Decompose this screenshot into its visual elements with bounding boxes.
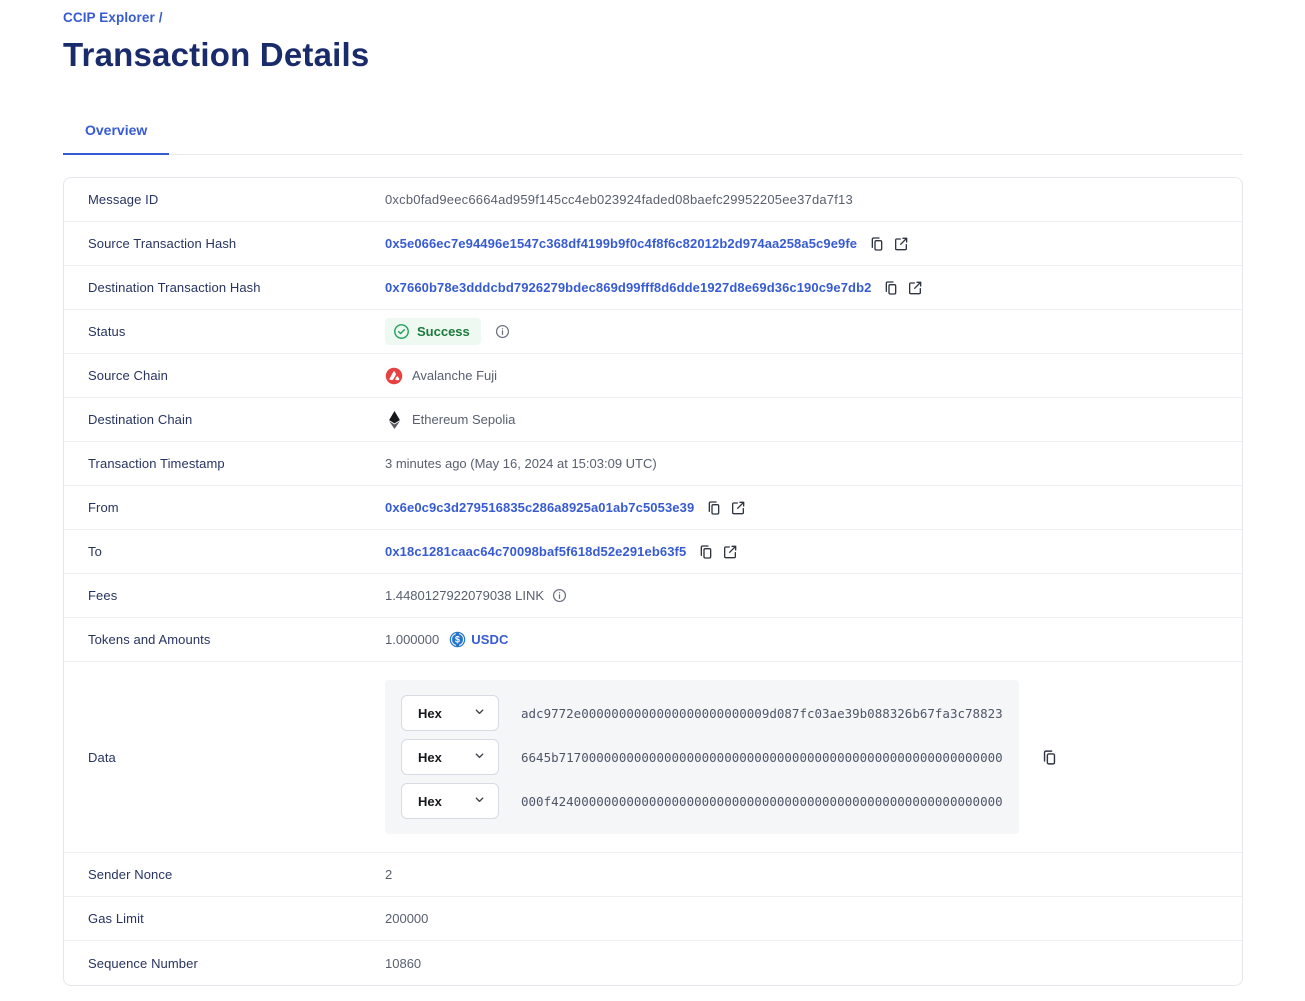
transaction-timestamp-value: 3 minutes ago (May 16, 2024 at 15:03:09 … — [385, 456, 657, 471]
data-line: Hex 6645b7170000000000000000000000000000… — [401, 739, 1003, 775]
copy-icon[interactable] — [706, 500, 722, 516]
fees-value: 1.4480127922079038 LINK — [385, 588, 544, 603]
data-format-select-value: Hex — [418, 706, 442, 721]
breadcrumb-label: CCIP Explorer — [63, 10, 155, 25]
tokens-and-amounts-label: Tokens and Amounts — [88, 632, 385, 647]
sender-nonce-value: 2 — [385, 867, 392, 882]
data-format-select[interactable]: Hex — [401, 695, 499, 731]
data-hex-value: adc9772e0000000000000000000000009d087fc0… — [521, 706, 1003, 721]
row-destination-chain: Destination Chain Ethereum Sepolia — [64, 398, 1242, 442]
row-status: Status Success — [64, 310, 1242, 354]
svg-text:$: $ — [455, 635, 460, 645]
data-label: Data — [88, 750, 385, 765]
copy-icon[interactable] — [1041, 749, 1058, 766]
data-format-select[interactable]: Hex — [401, 783, 499, 819]
fees-label: Fees — [88, 588, 385, 603]
avalanche-icon — [385, 367, 403, 385]
tab-bar: Overview — [63, 112, 1243, 155]
breadcrumb-ccip-explorer-link[interactable]: CCIP Explorer / — [63, 10, 163, 25]
usdc-icon: $ — [449, 631, 466, 648]
chevron-down-icon — [473, 749, 486, 765]
from-address-link[interactable]: 0x6e0c9c3d279516835c286a8925a01ab7c5053e… — [385, 500, 694, 515]
row-from: From 0x6e0c9c3d279516835c286a8925a01ab7c… — [64, 486, 1242, 530]
row-destination-tx-hash: Destination Transaction Hash 0x7660b78e3… — [64, 266, 1242, 310]
row-to: To 0x18c1281caac64c70098baf5f618d52e291e… — [64, 530, 1242, 574]
row-fees: Fees 1.4480127922079038 LINK — [64, 574, 1242, 618]
status-label: Status — [88, 324, 385, 339]
chevron-down-icon — [473, 705, 486, 721]
row-sequence-number: Sequence Number 10860 — [64, 941, 1242, 985]
message-id-label: Message ID — [88, 192, 385, 207]
data-line: Hex adc9772e0000000000000000000000009d08… — [401, 695, 1003, 731]
source-chain-label: Source Chain — [88, 368, 385, 383]
external-link-icon[interactable] — [907, 280, 923, 296]
token-usdc-link[interactable]: $ USDC — [449, 631, 508, 648]
data-hex-value: 000f424000000000000000000000000000000000… — [521, 794, 1003, 809]
copy-icon[interactable] — [698, 544, 714, 560]
copy-icon[interactable] — [883, 280, 899, 296]
to-label: To — [88, 544, 385, 559]
destination-chain-name: Ethereum Sepolia — [412, 412, 515, 427]
ethereum-icon — [385, 411, 403, 429]
status-badge-text: Success — [417, 324, 470, 339]
data-line: Hex 000f42400000000000000000000000000000… — [401, 783, 1003, 819]
row-source-tx-hash: Source Transaction Hash 0x5e066ec7e94496… — [64, 222, 1242, 266]
transaction-details-card: Message ID 0xcb0fad9eec6664ad959f145cc4e… — [63, 177, 1243, 986]
token-symbol: USDC — [471, 632, 508, 647]
row-gas-limit: Gas Limit 200000 — [64, 897, 1242, 941]
row-tokens-and-amounts: Tokens and Amounts 1.000000 $ USDC — [64, 618, 1242, 662]
external-link-icon[interactable] — [893, 236, 909, 252]
sender-nonce-label: Sender Nonce — [88, 867, 385, 882]
data-hex-box: Hex adc9772e0000000000000000000000009d08… — [385, 680, 1019, 834]
row-transaction-timestamp: Transaction Timestamp 3 minutes ago (May… — [64, 442, 1242, 486]
source-tx-hash-label: Source Transaction Hash — [88, 236, 385, 251]
tab-overview[interactable]: Overview — [63, 112, 169, 155]
row-message-id: Message ID 0xcb0fad9eec6664ad959f145cc4e… — [64, 178, 1242, 222]
gas-limit-value: 200000 — [385, 911, 428, 926]
sequence-number-value: 10860 — [385, 956, 421, 971]
destination-tx-hash-link[interactable]: 0x7660b78e3dddcbd7926279bdec869d99fff8d6… — [385, 280, 871, 295]
to-address-link[interactable]: 0x18c1281caac64c70098baf5f618d52e291eb63… — [385, 544, 686, 559]
row-source-chain: Source Chain Avalanche Fuji — [64, 354, 1242, 398]
chevron-down-icon — [473, 793, 486, 809]
check-circle-icon — [393, 323, 410, 340]
transaction-details-page: CCIP Explorer / Transaction Details Over… — [0, 0, 1305, 986]
copy-icon[interactable] — [869, 236, 885, 252]
destination-chain-label: Destination Chain — [88, 412, 385, 427]
source-chain-name: Avalanche Fuji — [412, 368, 497, 383]
sequence-number-label: Sequence Number — [88, 956, 385, 971]
token-amount: 1.000000 — [385, 632, 439, 647]
transaction-timestamp-label: Transaction Timestamp — [88, 456, 385, 471]
info-icon[interactable] — [552, 588, 567, 603]
status-badge: Success — [385, 318, 481, 345]
data-format-select-value: Hex — [418, 750, 442, 765]
external-link-icon[interactable] — [722, 544, 738, 560]
data-format-select[interactable]: Hex — [401, 739, 499, 775]
breadcrumb: CCIP Explorer / — [63, 9, 1243, 27]
external-link-icon[interactable] — [730, 500, 746, 516]
gas-limit-label: Gas Limit — [88, 911, 385, 926]
row-data: Data Hex adc9772e00000000000000000000000… — [64, 662, 1242, 853]
from-label: From — [88, 500, 385, 515]
breadcrumb-separator: / — [159, 10, 163, 25]
info-icon[interactable] — [495, 324, 510, 339]
row-sender-nonce: Sender Nonce 2 — [64, 853, 1242, 897]
page-title: Transaction Details — [63, 36, 1243, 74]
data-format-select-value: Hex — [418, 794, 442, 809]
message-id-value: 0xcb0fad9eec6664ad959f145cc4eb023924fade… — [385, 192, 853, 207]
source-tx-hash-link[interactable]: 0x5e066ec7e94496e1547c368df4199b9f0c4f8f… — [385, 236, 857, 251]
data-hex-value: 6645b71700000000000000000000000000000000… — [521, 750, 1003, 765]
destination-tx-hash-label: Destination Transaction Hash — [88, 280, 385, 295]
